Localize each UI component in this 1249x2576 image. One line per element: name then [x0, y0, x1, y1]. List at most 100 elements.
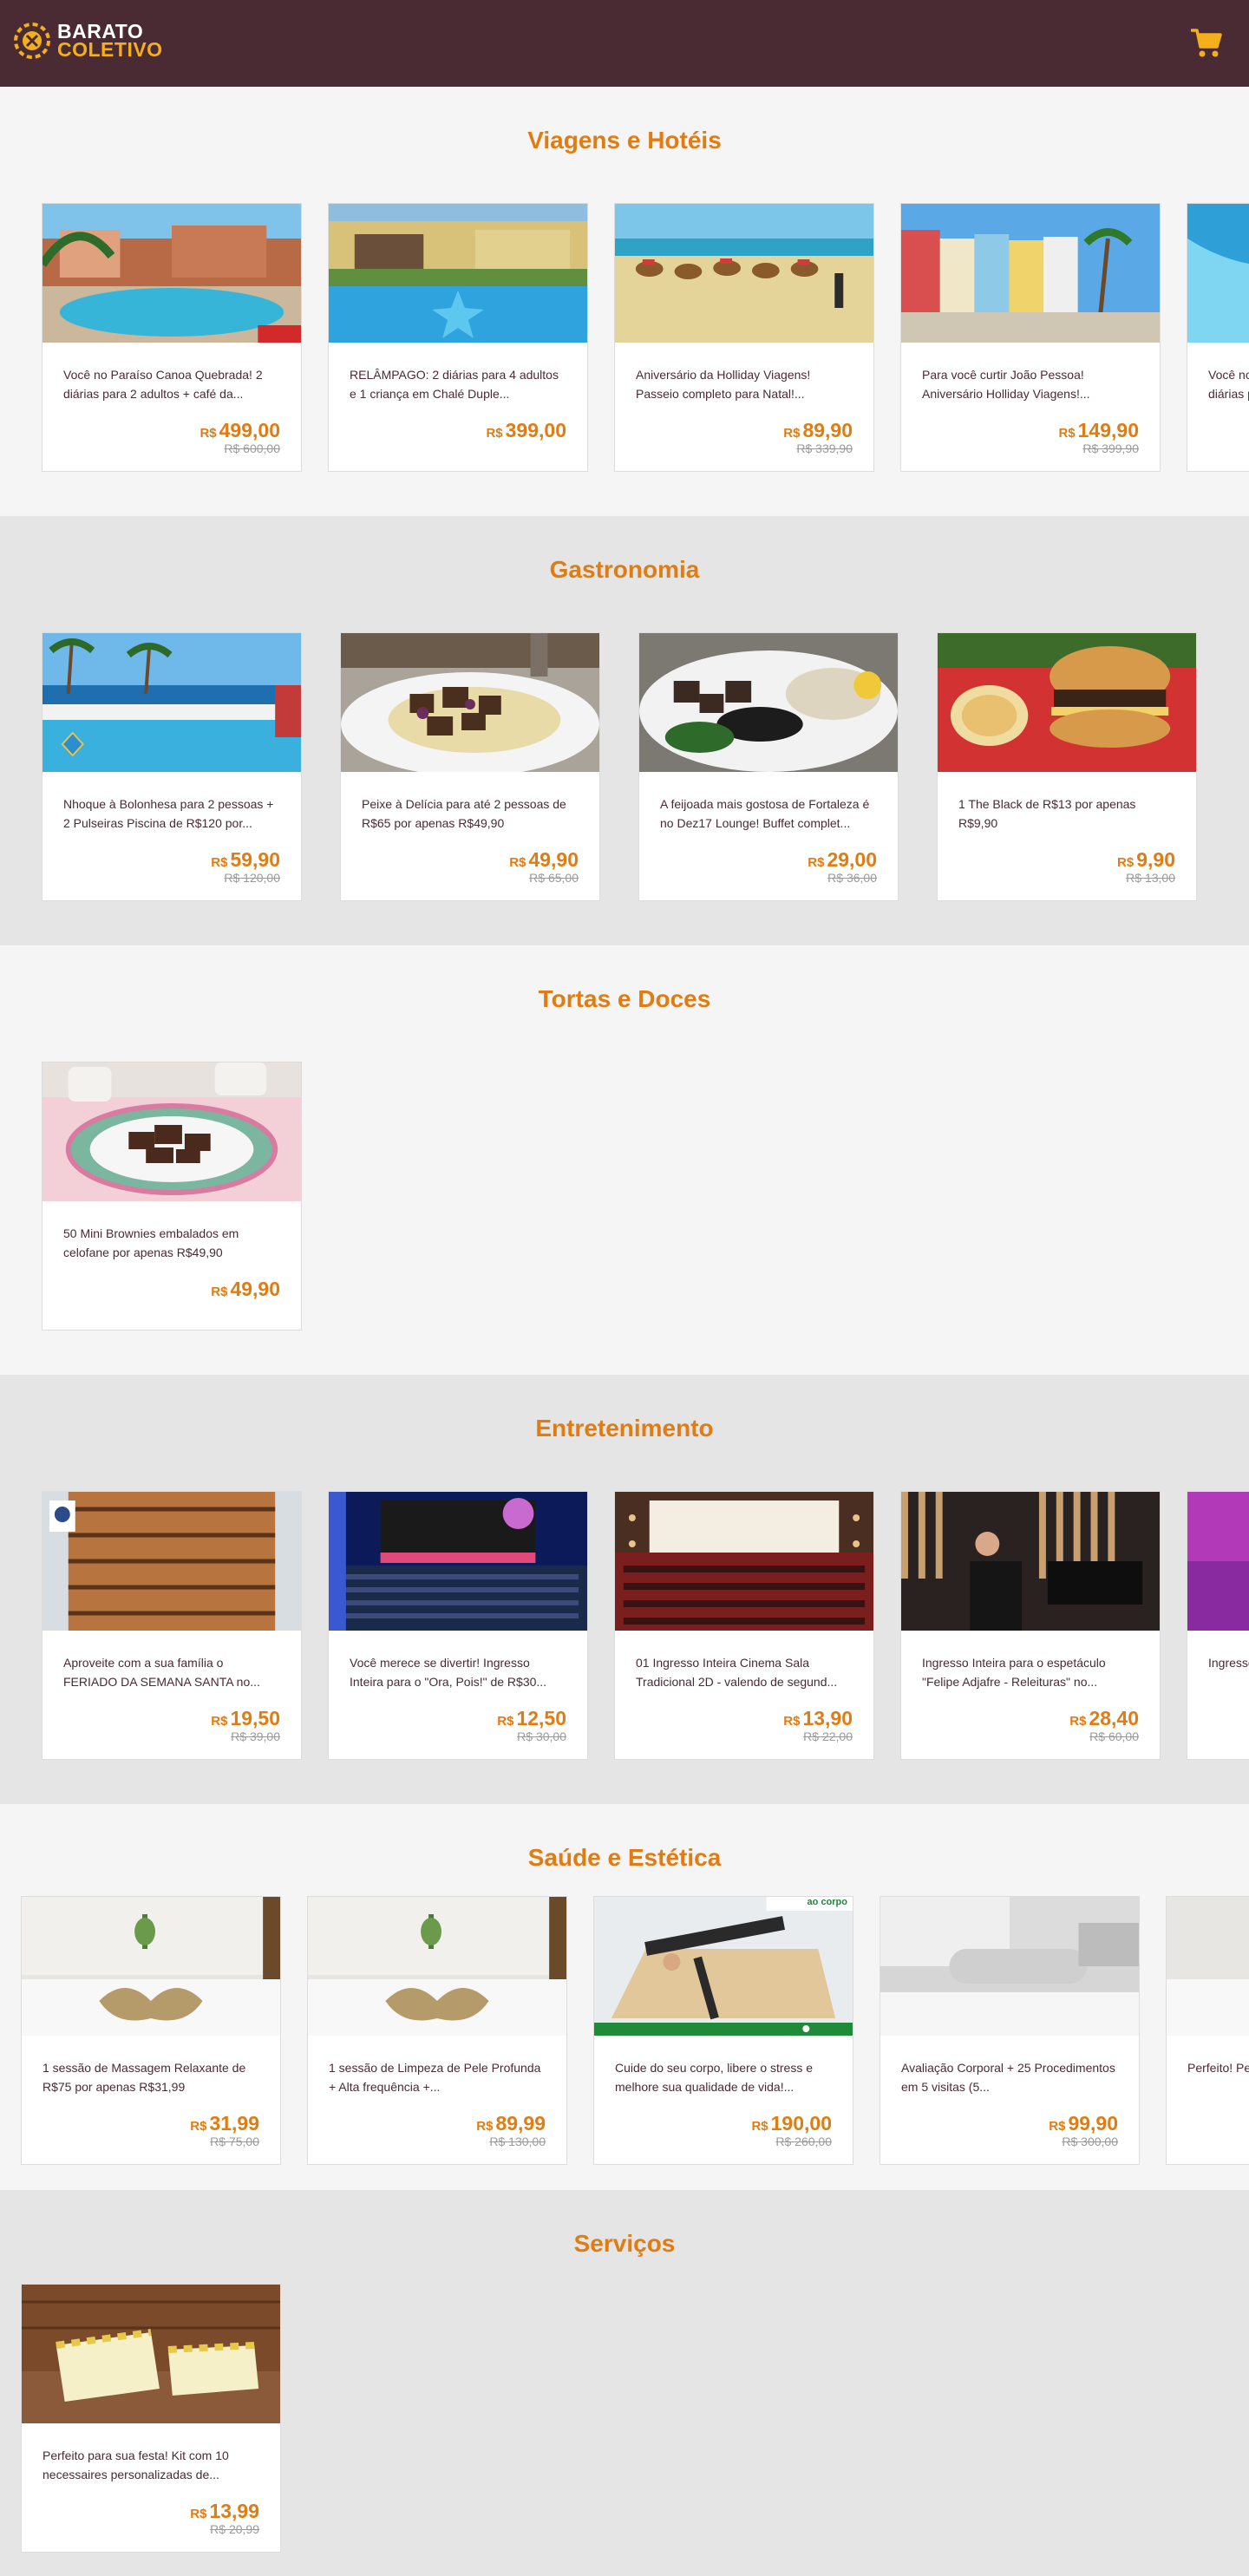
offer-card[interactable]: Aproveite com a sua família o FERIADO DA… — [42, 1491, 302, 1760]
section-title: Gastronomia — [549, 556, 700, 583]
price-value: 29,00 — [827, 848, 877, 871]
site-logo[interactable]: BARATO COLETIVO — [14, 22, 163, 60]
offer-card[interactable]: Nhoque à Bolonhesa para 2 pessoas + 2 Pu… — [42, 632, 302, 901]
offer-image[interactable] — [901, 204, 1160, 343]
offer-card[interactable]: Avaliação Corporal + 25 Procedimentos em… — [880, 1896, 1140, 2165]
offer-price: R$ 99,90 — [1049, 2112, 1118, 2135]
offer-old-price: R$ 399,90 — [1082, 441, 1139, 455]
offer-image[interactable] — [615, 1492, 873, 1631]
shopping-cart-icon[interactable] — [1190, 28, 1223, 59]
price-value: 19,50 — [230, 1707, 280, 1729]
section-title: Serviços — [573, 2230, 676, 2257]
price-value: 59,90 — [230, 848, 280, 871]
offer-description: 1 sessão de Limpeza de Pele Profunda + A… — [329, 2061, 541, 2094]
offer-image[interactable] — [43, 1062, 301, 1201]
category-section: Saúde e Estética 1 sessão de Massagem Rel… — [0, 1804, 1249, 2190]
offer-old-price: R$ 120,00 — [224, 871, 280, 885]
offer-description: Nhoque à Bolonhesa para 2 pessoas + 2 Pu… — [63, 797, 274, 830]
offer-card[interactable]: RELÂMPAGO: 2 diárias para 4 adultos e 1 … — [328, 203, 588, 472]
offer-image[interactable] — [329, 204, 587, 343]
offer-description: Perfeito para sua festa! Kit com 10 nece… — [43, 2449, 229, 2481]
offer-old-price: R$ 20,99 — [210, 2522, 259, 2536]
category-section: Serviços Perfeito para sua festa! Kit com… — [0, 2190, 1249, 2576]
price-currency: R$ — [211, 1285, 228, 1299]
offer-description: 50 Mini Brownies embalados em celofane p… — [63, 1226, 239, 1259]
offer-image[interactable] — [22, 2285, 280, 2423]
offer-card[interactable]: Perfeito! Peeling D... — [1166, 1896, 1249, 2165]
price-value: 149,90 — [1077, 419, 1139, 441]
price-currency: R$ — [1069, 1714, 1087, 1729]
offer-old-price: R$ 39,00 — [231, 1729, 280, 1743]
offer-description: Ingresso Inteira para o espetáculo "Feli… — [922, 1656, 1106, 1689]
price-currency: R$ — [808, 855, 825, 870]
offer-old-price: R$ 600,00 — [224, 441, 280, 455]
offer-image[interactable] — [1187, 1492, 1249, 1631]
offer-description: Você no Paraíso Canoa Quebrada! 2 diária… — [63, 368, 263, 401]
offer-card[interactable]: ao corpo Cuide do seu corpo, libere o str… — [593, 1896, 853, 2165]
offer-price: R$ 13,90 — [783, 1707, 853, 1730]
offer-image[interactable] — [938, 633, 1196, 772]
offer-card[interactable]: Peixe à Delícia para até 2 pessoas de R$… — [340, 632, 600, 901]
price-currency: R$ — [199, 426, 217, 441]
price-currency: R$ — [497, 1714, 514, 1729]
offer-description: Avaliação Corporal + 25 Procedimentos em… — [901, 2061, 1115, 2094]
offer-description: A feijoada mais gostosa de Fortaleza é n… — [660, 797, 870, 830]
section-title: Saúde e Estética — [527, 1844, 722, 1871]
price-currency: R$ — [783, 426, 801, 441]
category-section: Entretenimento Aproveite com a sua famíli… — [0, 1375, 1249, 1804]
offer-price: R$ 9,90 — [1117, 848, 1175, 872]
offer-card[interactable]: Ingresso Gr... — [1187, 1491, 1249, 1760]
offer-image[interactable] — [880, 1897, 1139, 2036]
offer-image[interactable] — [329, 1492, 587, 1631]
offer-image[interactable] — [43, 633, 301, 772]
offer-price: R$ 31,99 — [190, 2112, 259, 2135]
offer-image[interactable] — [341, 633, 599, 772]
offer-description: Para você curtir João Pessoa! Aniversári… — [922, 368, 1090, 401]
offer-price: R$ 149,90 — [1058, 419, 1139, 442]
offer-image[interactable] — [43, 1492, 301, 1631]
offer-image[interactable] — [43, 204, 301, 343]
offer-description: 1 The Black de R$13 por apenas R$9,90 — [958, 797, 1136, 830]
offer-old-price: R$ 300,00 — [1062, 2135, 1118, 2148]
offer-description: Aniversário da Holliday Viagens! Passeio… — [636, 368, 811, 401]
offer-card[interactable]: 50 Mini Brownies embalados em celofane p… — [42, 1062, 302, 1330]
price-currency: R$ — [1049, 2119, 1066, 2134]
offer-description: 1 sessão de Massagem Relaxante de R$75 p… — [43, 2061, 246, 2094]
offer-card[interactable]: Você merece se divertir! Ingresso Inteir… — [328, 1491, 588, 1760]
offer-image[interactable] — [22, 1897, 280, 2036]
price-value: 13,99 — [209, 2500, 259, 2522]
offer-card[interactable]: 1 sessão de Limpeza de Pele Profunda + A… — [307, 1896, 567, 2165]
image-label: ao corpo — [807, 1897, 847, 1907]
offer-image[interactable] — [615, 204, 873, 343]
price-value: 13,90 — [802, 1707, 853, 1729]
price-value: 49,90 — [528, 848, 579, 871]
offer-card[interactable]: 01 Ingresso Inteira Cinema Sala Tradicio… — [614, 1491, 874, 1760]
offer-image[interactable] — [901, 1492, 1160, 1631]
offer-price: R$ 28,40 — [1069, 1707, 1139, 1730]
offer-card[interactable]: Você no Paraíso Canoa Quebrada! 2 diária… — [42, 203, 302, 472]
price-currency: R$ — [1058, 426, 1076, 441]
offer-old-price: R$ 60,00 — [1089, 1729, 1139, 1743]
offer-price: R$ 12,50 — [497, 1707, 566, 1730]
offer-card[interactable]: 1 The Black de R$13 por apenas R$9,90 R$ 9… — [937, 632, 1197, 901]
price-currency: R$ — [486, 426, 503, 441]
offer-card[interactable]: A feijoada mais gostosa de Fortaleza é n… — [638, 632, 899, 901]
offer-card[interactable]: Ingresso Inteira para o espetáculo "Feli… — [900, 1491, 1161, 1760]
logo-icon — [14, 23, 50, 59]
offer-card[interactable]: Você no Paraíso Canoa Quebrada! 2 diária… — [1187, 203, 1249, 472]
offer-description: 01 Ingresso Inteira Cinema Sala Tradicio… — [636, 1656, 838, 1689]
offer-price: R$ 19,50 — [211, 1707, 280, 1730]
section-title: Viagens e Hotéis — [527, 127, 722, 154]
offer-image[interactable] — [1187, 204, 1249, 343]
offer-image[interactable]: ao corpo — [594, 1897, 853, 2036]
offer-card[interactable]: Aniversário da Holliday Viagens! Passeio… — [614, 203, 874, 472]
price-currency: R$ — [1117, 855, 1135, 870]
offer-image[interactable] — [1167, 1897, 1249, 2036]
section-title: Entretenimento — [535, 1415, 714, 1442]
offer-price: R$ 59,90 — [211, 848, 280, 872]
offer-card[interactable]: 1 sessão de Massagem Relaxante de R$75 p… — [21, 1896, 281, 2165]
offer-card[interactable]: Perfeito para sua festa! Kit com 10 nece… — [21, 2284, 281, 2553]
offer-image[interactable] — [308, 1897, 566, 2036]
offer-image[interactable] — [639, 633, 898, 772]
offer-card[interactable]: Para você curtir João Pessoa! Aniversári… — [900, 203, 1161, 472]
